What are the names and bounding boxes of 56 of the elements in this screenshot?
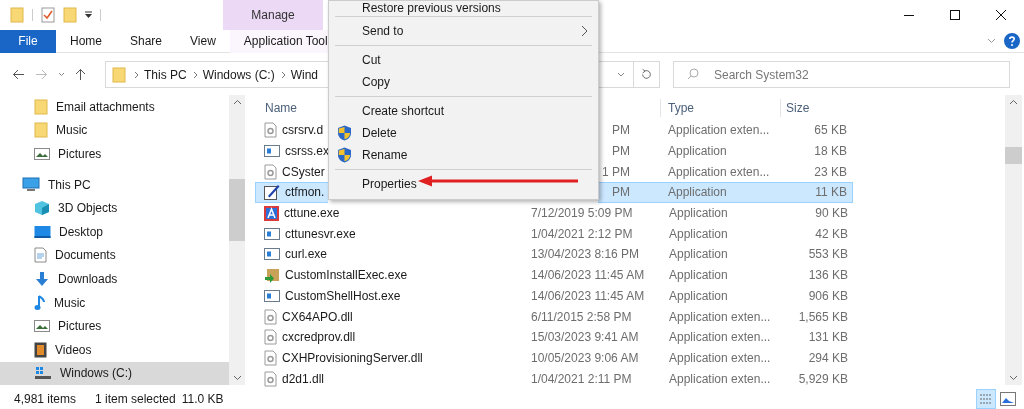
- file-type: Application: [668, 287, 729, 305]
- date-modified: 13/04/2023 8:16 PM: [531, 246, 640, 264]
- file-name: curl.exe: [285, 246, 328, 264]
- file-type: Application exten...: [668, 308, 772, 326]
- date-modified: 14/06/2023 11:45 AM: [531, 287, 645, 305]
- date-modified: 15/03/2023 9:41 AM: [531, 329, 639, 347]
- date-modified: 10/05/2023 9:06 AM: [531, 349, 639, 367]
- file-type: Application: [667, 143, 728, 161]
- date-modified: 14/06/2023 11:45 AM: [531, 267, 645, 285]
- date-modified: PM: [612, 122, 630, 140]
- file-name: cttunesvr.exe: [285, 225, 356, 243]
- file-name: d2d1.dll: [282, 370, 325, 388]
- date-modified: 1/04/2021 2:11 PM: [531, 370, 632, 388]
- file-size: 1,565 KB: [797, 308, 849, 326]
- file-name: CustomShellHost.exe: [285, 287, 401, 305]
- file-type: Application: [668, 246, 729, 264]
- date-modified: PM: [612, 143, 630, 161]
- file-type: Application exten...: [667, 163, 771, 181]
- file-size: 11 KB: [814, 184, 848, 202]
- file-type: Application exten...: [668, 349, 772, 367]
- file-size: 553 KB: [807, 246, 849, 264]
- date-modified: 7/12/2019 5:09 PM: [531, 205, 633, 223]
- file-type: Application: [668, 267, 729, 285]
- file-name: CX64APO.dll: [282, 308, 353, 326]
- file-size: 131 KB: [807, 329, 849, 347]
- file-type: Application: [668, 205, 729, 223]
- file-size: 90 KB: [814, 205, 849, 223]
- file-size: 23 KB: [813, 163, 848, 181]
- file-type: Application exten...: [667, 122, 771, 140]
- file-name: CustomInstallExec.exe: [285, 267, 408, 285]
- file-size: 294 KB: [807, 349, 849, 367]
- date-modified: 1/04/2021 2:12 PM: [531, 225, 633, 243]
- file-size: 42 KB: [814, 225, 849, 243]
- file-name: csrss.ex: [285, 143, 329, 161]
- file-name: cxcredprov.dll: [282, 329, 356, 347]
- file-size: 18 KB: [813, 143, 848, 161]
- file-size: 5,929 KB: [797, 370, 849, 388]
- file-name: cttune.exe: [284, 205, 340, 223]
- file-type: Application: [667, 184, 728, 202]
- item-count: 4,981 items: [13, 391, 78, 408]
- file-name: ctfmon.: [285, 184, 325, 202]
- date-modified: 6/11/2015 2:58 PM: [531, 308, 632, 326]
- file-type: Application: [668, 225, 729, 243]
- context-tab-header: Manage: [223, 0, 323, 30]
- file-type: Application exten...: [668, 370, 772, 388]
- file-type: Application exten...: [668, 329, 772, 347]
- file-name: CXHProvisioningServer.dll: [282, 349, 423, 367]
- file-name: csrsrv.d: [282, 122, 324, 140]
- file-size: 65 KB: [813, 122, 848, 140]
- file-size: 136 KB: [807, 267, 849, 285]
- date-modified: 1 PM: [602, 163, 630, 181]
- file-size: 906 KB: [807, 287, 849, 305]
- date-modified: PM: [612, 184, 630, 202]
- file-name: CSyster: [282, 163, 325, 181]
- selection-status: 1 item selected: [95, 391, 176, 408]
- selection-size: 11.0 KB: [180, 391, 224, 408]
